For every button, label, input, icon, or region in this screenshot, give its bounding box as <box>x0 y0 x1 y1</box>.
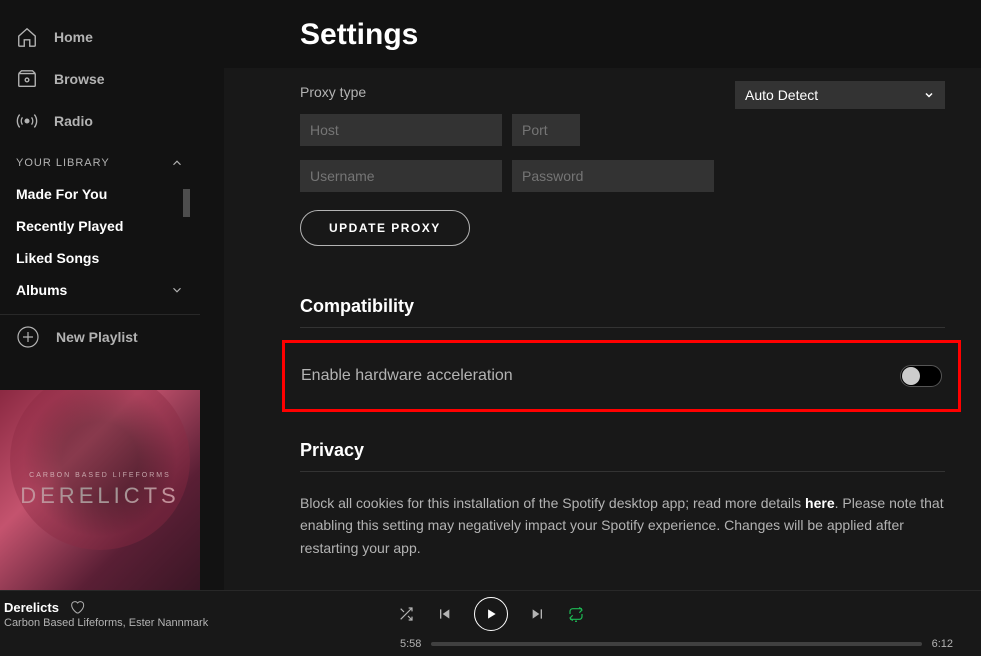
progress-row: 5:58 6:12 <box>400 638 953 650</box>
port-input[interactable] <box>512 114 580 146</box>
time-elapsed: 5:58 <box>400 638 421 650</box>
browse-icon <box>16 68 38 90</box>
proxy-type-select[interactable]: Auto Detect <box>735 81 945 109</box>
hardware-accel-row-highlighted: Enable hardware acceleration <box>282 340 961 412</box>
next-button[interactable] <box>530 606 546 622</box>
heart-icon[interactable] <box>69 599 85 615</box>
privacy-here-link[interactable]: here <box>805 495 835 511</box>
time-total: 6:12 <box>932 638 953 650</box>
nav-label: Home <box>54 29 93 45</box>
progress-bar[interactable] <box>431 642 921 646</box>
password-input[interactable] <box>512 160 714 192</box>
lib-liked-songs[interactable]: Liked Songs <box>0 242 200 274</box>
previous-button[interactable] <box>436 606 452 622</box>
page-title: Settings <box>300 18 418 52</box>
nav-label: Radio <box>54 113 93 129</box>
lib-albums[interactable]: Albums <box>0 274 200 306</box>
update-proxy-button[interactable]: UPDATE PROXY <box>300 210 470 246</box>
shuffle-button[interactable] <box>398 606 414 622</box>
play-button[interactable] <box>474 597 508 631</box>
sidebar: Home Browse Radio YOUR LIBRARY Made For … <box>0 0 200 590</box>
player-bar: Derelicts Carbon Based Lifeforms, Ester … <box>0 590 981 656</box>
privacy-description: Block all cookies for this installation … <box>300 492 945 559</box>
nav-browse[interactable]: Browse <box>0 58 200 100</box>
chevron-down-icon[interactable] <box>170 283 184 297</box>
radio-icon <box>16 110 38 132</box>
hardware-accel-label: Enable hardware acceleration <box>301 367 513 385</box>
sidebar-scrollbar[interactable] <box>183 189 190 217</box>
new-playlist-button[interactable]: New Playlist <box>0 314 200 359</box>
nav-label: Browse <box>54 71 105 87</box>
library-header: YOUR LIBRARY <box>0 142 200 178</box>
nav-radio[interactable]: Radio <box>0 100 200 142</box>
chevron-down-icon <box>923 89 935 101</box>
hardware-accel-toggle[interactable] <box>900 365 942 387</box>
artist-name[interactable]: Carbon Based Lifeforms, Ester Nannmark <box>4 617 208 629</box>
lib-made-for-you[interactable]: Made For You <box>0 178 200 210</box>
lib-recently-played[interactable]: Recently Played <box>0 210 200 242</box>
nav-home[interactable]: Home <box>0 16 200 58</box>
now-playing-album-art[interactable]: CARBON BASED LIFEFORMS DERELICTS <box>0 390 200 590</box>
settings-content: Proxy type Auto Detect UPDATE PROXY Comp… <box>224 68 981 590</box>
chevron-up-icon[interactable] <box>170 156 184 170</box>
username-input[interactable] <box>300 160 502 192</box>
track-title[interactable]: Derelicts <box>4 600 59 615</box>
host-input[interactable] <box>300 114 502 146</box>
compatibility-heading: Compatibility <box>300 296 945 328</box>
repeat-button[interactable] <box>568 606 584 622</box>
now-playing-info: Derelicts Carbon Based Lifeforms, Ester … <box>4 599 208 629</box>
home-icon <box>16 26 38 48</box>
privacy-heading: Privacy <box>300 440 945 472</box>
player-controls <box>398 597 584 631</box>
plus-circle-icon <box>16 325 40 349</box>
